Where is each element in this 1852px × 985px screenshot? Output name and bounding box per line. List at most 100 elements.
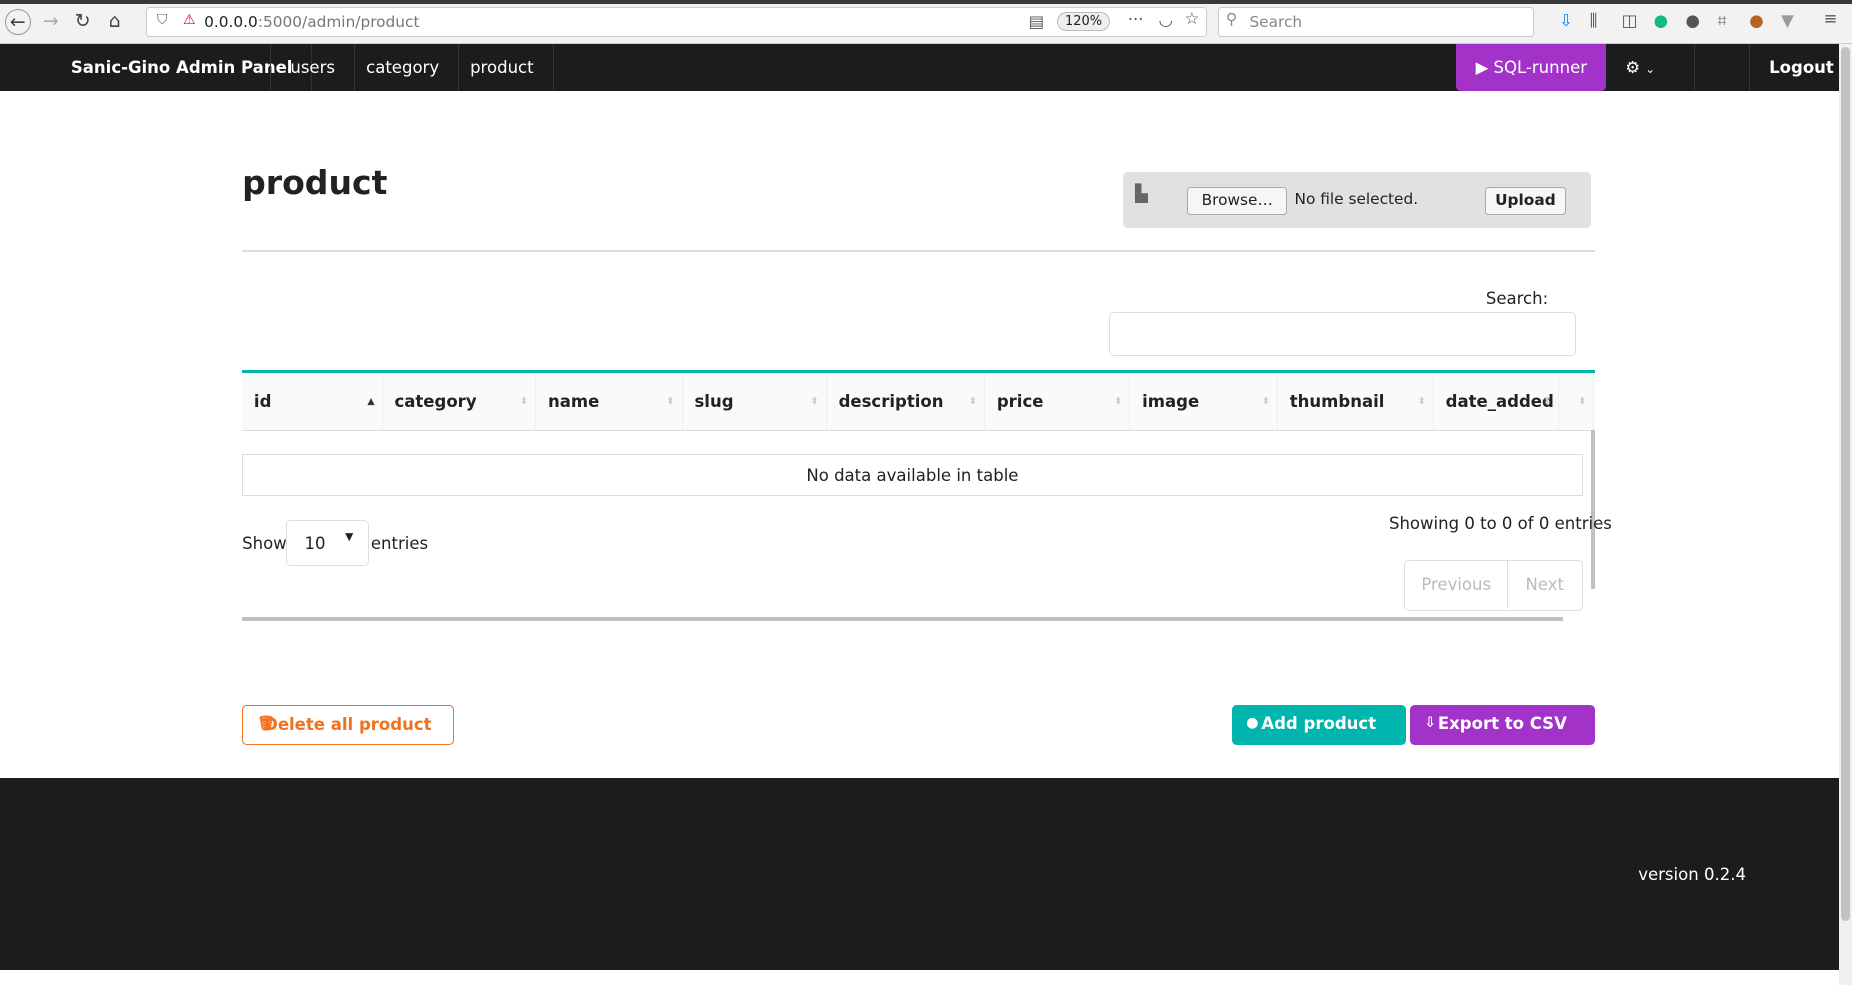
empty-message: No data available in table bbox=[242, 453, 1583, 497]
column-header-image[interactable]: image ⬍ bbox=[1130, 372, 1278, 431]
add-product-button[interactable]: ● Add product bbox=[1231, 705, 1406, 746]
file-icon: ▙ bbox=[1135, 184, 1148, 204]
shield-icon: ⛉ bbox=[156, 11, 168, 28]
column-header-price[interactable]: price ⬍ bbox=[985, 372, 1131, 431]
column-label: id bbox=[253, 391, 272, 411]
column-header-category[interactable]: category ⬍ bbox=[382, 372, 537, 431]
browse-button[interactable]: Browse… bbox=[1187, 186, 1288, 215]
page-title: product bbox=[242, 162, 388, 202]
logout-button[interactable]: Logout bbox=[1749, 43, 1852, 91]
column-label: date_added bbox=[1445, 391, 1554, 411]
download-icon[interactable]: ⇩ bbox=[1559, 11, 1573, 30]
reader-view-icon[interactable]: ▤ bbox=[1029, 12, 1045, 31]
insecure-lock-icon: ⚠ bbox=[182, 11, 196, 28]
upload-form: ▙ Browse… No file selected. Upload bbox=[1123, 172, 1591, 228]
sort-icon: ⬍ bbox=[969, 395, 977, 407]
nav-category[interactable]: category bbox=[347, 43, 460, 91]
caret-down-icon: ▼ bbox=[345, 530, 354, 544]
column-header-description[interactable]: description ⬍ bbox=[826, 372, 986, 431]
column-header-name[interactable]: name ⬍ bbox=[536, 372, 683, 431]
sort-asc-icon: ▲ bbox=[367, 395, 375, 407]
url-path: :5000/admin/product bbox=[257, 12, 420, 31]
download-icon: ⇩ bbox=[1424, 715, 1437, 732]
extension-icon[interactable]: ⌗ bbox=[1717, 11, 1726, 31]
column-header-thumbnail[interactable]: thumbnail ⬍ bbox=[1277, 372, 1434, 431]
sort-icon: ⬍ bbox=[666, 395, 675, 407]
export-csv-button[interactable]: ⇩ Export to CSV bbox=[1410, 705, 1595, 746]
show-label: Show bbox=[242, 533, 287, 553]
search-icon: ⚲ bbox=[1225, 10, 1238, 29]
footer: version 0.2.4 bbox=[0, 778, 1839, 970]
chevron-down-icon: ⌄ bbox=[1645, 61, 1656, 76]
sort-icon: ⬍ bbox=[1417, 395, 1426, 407]
previous-button[interactable]: Previous bbox=[1405, 560, 1509, 610]
sql-runner-button[interactable]: ▶ SQL-runner bbox=[1456, 43, 1607, 91]
top-navbar: Sanic-Gino Admin Panel users category pr… bbox=[0, 43, 1839, 91]
extension-icon[interactable]: ● bbox=[1685, 11, 1699, 30]
column-header-extra[interactable]: ⬍ bbox=[1559, 372, 1595, 431]
extension-icon[interactable]: ● bbox=[1749, 11, 1763, 30]
table-vertical-scrollbar[interactable] bbox=[1590, 429, 1595, 590]
sort-icon: ⬍ bbox=[1261, 395, 1270, 407]
bookmark-star-icon[interactable]: ☆ bbox=[1184, 9, 1199, 28]
url-host: 0.0.0.0 bbox=[204, 12, 258, 31]
zoom-level[interactable]: 120% bbox=[1056, 11, 1111, 31]
sort-icon: ⬍ bbox=[1543, 395, 1551, 407]
column-header-id[interactable]: id ▲ bbox=[242, 372, 383, 431]
column-label: price bbox=[996, 391, 1044, 411]
delete-all-button[interactable]: 🗑 Delete all product bbox=[242, 705, 454, 746]
sidebar-icon[interactable]: ◫ bbox=[1622, 11, 1638, 30]
next-button[interactable]: Next bbox=[1508, 561, 1581, 609]
nav-users[interactable]: users bbox=[270, 43, 355, 91]
back-icon[interactable]: ← bbox=[4, 9, 31, 36]
table-horizontal-scrollbar[interactable] bbox=[242, 616, 1563, 622]
forward-icon[interactable]: → bbox=[38, 9, 64, 35]
version-text: version 0.2.4 bbox=[1638, 864, 1746, 884]
url-bar[interactable]: ⛉ ⚠ 0.0.0.0:5000/admin/product ▤ 120% ··… bbox=[146, 7, 1208, 37]
add-label: Add product bbox=[1261, 714, 1377, 734]
data-table: id ▲ category ⬍ name ⬍ slug ⬍ description ⬍ price ⬍… bbox=[242, 369, 1595, 431]
nav-product[interactable]: product bbox=[451, 43, 554, 91]
file-status: No file selected. bbox=[1294, 190, 1419, 209]
more-icon[interactable]: ··· bbox=[1128, 10, 1144, 29]
trash-icon: 🗑 bbox=[257, 716, 276, 733]
column-label: name bbox=[548, 391, 600, 411]
table-search-input[interactable] bbox=[1109, 311, 1576, 356]
sort-icon: ⬍ bbox=[520, 395, 529, 407]
sort-icon: ⬍ bbox=[1114, 395, 1123, 407]
page-size-select[interactable]: 10 ▼ bbox=[285, 519, 369, 566]
search-label: Search: bbox=[1485, 289, 1549, 309]
search-placeholder: Search bbox=[1249, 12, 1303, 31]
settings-dropdown[interactable]: ⚙ ⌄ bbox=[1606, 43, 1695, 91]
export-label: Export to CSV bbox=[1437, 714, 1567, 734]
divider bbox=[242, 250, 1595, 252]
sort-icon: ⬍ bbox=[1578, 395, 1587, 407]
upload-button[interactable]: Upload bbox=[1484, 186, 1567, 215]
browser-search[interactable]: ⚲ Search bbox=[1217, 7, 1535, 37]
delete-label: Delete all product bbox=[264, 715, 432, 735]
menu-icon[interactable]: ≡ bbox=[1824, 9, 1838, 28]
extension-icon[interactable]: ● bbox=[1654, 11, 1668, 30]
user-icon: ● bbox=[1246, 715, 1259, 732]
column-header-slug[interactable]: slug ⬍ bbox=[682, 372, 827, 431]
column-label: description bbox=[838, 391, 944, 411]
entries-label: entries bbox=[370, 533, 429, 553]
table-info: Showing 0 to 0 of 0 entries bbox=[1388, 513, 1612, 533]
browser-toolbar: ← → ↻ ⌂ ⛉ ⚠ 0.0.0.0:5000/admin/product ▤… bbox=[0, 0, 1852, 44]
reload-icon[interactable]: ↻ bbox=[70, 9, 96, 35]
tab-strip bbox=[0, 0, 1852, 4]
page-scrollbar[interactable] bbox=[1839, 43, 1852, 985]
page-size-value: 10 bbox=[304, 533, 326, 553]
column-label: category bbox=[394, 391, 477, 411]
home-icon[interactable]: ⌂ bbox=[102, 9, 128, 35]
extension-icon[interactable]: ▼ bbox=[1781, 11, 1794, 30]
sort-icon: ⬍ bbox=[810, 395, 819, 407]
pagination: Previous Next bbox=[1404, 559, 1583, 611]
column-label: image bbox=[1142, 391, 1200, 411]
pocket-icon[interactable]: ◡ bbox=[1158, 10, 1172, 29]
library-icon[interactable]: ⫼ bbox=[1590, 11, 1598, 31]
column-header-date_added[interactable]: date_added ⬍ bbox=[1433, 372, 1560, 431]
gears-icon: ⚙ bbox=[1625, 57, 1641, 77]
column-label: thumbnail bbox=[1289, 391, 1385, 411]
column-label: slug bbox=[694, 391, 734, 411]
